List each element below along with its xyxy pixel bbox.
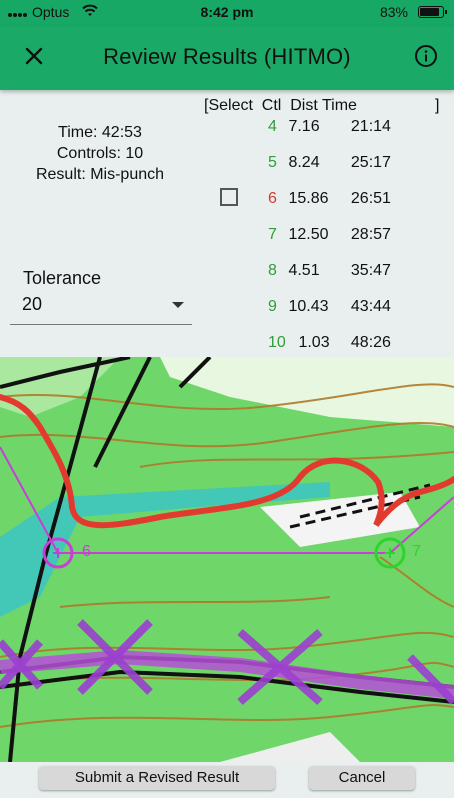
app-bar: Review Results (HITMO) xyxy=(0,26,454,90)
row-dist: 8.24 xyxy=(288,154,320,171)
info-icon[interactable] xyxy=(414,44,438,68)
row-dist: 7.16 xyxy=(288,118,320,135)
control-label-7: 7 xyxy=(412,543,421,560)
tolerance-dropdown[interactable]: 20 xyxy=(10,290,192,325)
dropdown-arrow-icon xyxy=(172,302,184,308)
summary-controls: Controls: 10 xyxy=(56,145,144,162)
row-dist: 4.51 xyxy=(288,262,320,279)
row-ctl: 5 xyxy=(268,154,277,171)
table-row: 8 4.51 35:47 xyxy=(268,262,391,280)
table-row: 7 12.50 28:57 xyxy=(268,226,391,244)
battery-percent: 83% xyxy=(379,4,408,20)
result-summary: Time: 42:53 Controls: 10 Result: Mis-pun… xyxy=(0,122,200,185)
row-dist: 1.03 xyxy=(298,334,330,351)
row-time: 25:17 xyxy=(350,154,391,171)
row-ctl: 9 xyxy=(268,298,277,315)
control-label-6: 6 xyxy=(82,543,91,560)
tolerance-value: 20 xyxy=(22,294,43,314)
tolerance-label: Tolerance xyxy=(23,268,102,288)
table-header-end: ] xyxy=(435,97,440,114)
table-row: 4 7.16 21:14 xyxy=(268,118,391,136)
row-ctl: 6 xyxy=(268,190,277,207)
table-header: [Select Ctl Dist Time xyxy=(204,97,357,114)
row-dist: 10.43 xyxy=(288,298,329,315)
map-canvas xyxy=(0,357,454,762)
select-checkbox-control-6[interactable] xyxy=(220,188,238,206)
row-dist: 15.86 xyxy=(288,190,329,207)
row-dist: 12.50 xyxy=(288,226,329,243)
orienteering-map[interactable]: 6 7 xyxy=(0,357,454,762)
battery-icon xyxy=(418,6,447,18)
table-row: 9 10.43 43:44 xyxy=(268,298,391,316)
row-time: 28:57 xyxy=(350,226,391,243)
table-row: 5 8.24 25:17 xyxy=(268,154,391,172)
summary-result: Result: Mis-punch xyxy=(35,166,165,183)
row-ctl: 7 xyxy=(268,226,277,243)
row-time: 48:26 xyxy=(350,334,391,351)
row-time: 35:47 xyxy=(350,262,391,279)
table-row: 10 1.03 48:26 xyxy=(268,334,391,352)
action-bar: Submit a Revised Result Cancel xyxy=(0,762,454,798)
submit-revised-result-button[interactable]: Submit a Revised Result xyxy=(39,766,275,790)
row-time: 26:51 xyxy=(350,190,391,207)
cancel-button[interactable]: Cancel xyxy=(309,766,415,790)
status-bar: Optus 8:42 pm 83% xyxy=(0,0,454,26)
row-ctl: 10 xyxy=(268,334,286,351)
summary-time: Time: 42:53 xyxy=(58,124,142,141)
row-ctl: 4 xyxy=(268,118,277,135)
table-row: 6 15.86 26:51 xyxy=(268,190,391,208)
row-time: 21:14 xyxy=(350,118,391,135)
row-ctl: 8 xyxy=(268,262,277,279)
row-time: 43:44 xyxy=(350,298,391,315)
page-title: Review Results (HITMO) xyxy=(103,44,351,69)
